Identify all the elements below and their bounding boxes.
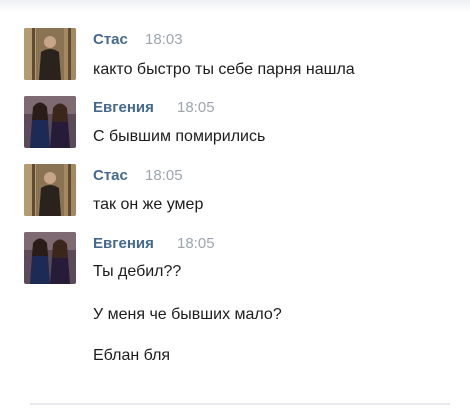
avatar[interactable] [24, 28, 76, 80]
message-time: 18:05 [145, 167, 183, 184]
top-edge [0, 0, 470, 12]
two-women-photo-icon [24, 232, 76, 284]
two-women-photo-icon [24, 96, 76, 148]
message-text: Ты дебил?? [93, 263, 182, 280]
message-text: так он же умер [93, 196, 204, 213]
sender-name[interactable]: Евгения [93, 99, 154, 116]
message-text: Еблан бля [93, 347, 171, 364]
message-text: както быстро ты себе парня нашла [93, 61, 355, 78]
sender-name[interactable]: Стас [93, 31, 128, 48]
message-time: 18:05 [177, 235, 215, 252]
avatar[interactable] [24, 164, 76, 216]
sender-name[interactable]: Евгения [93, 235, 154, 252]
message-time: 18:05 [177, 99, 215, 116]
message-text: С бывшим помирились [93, 128, 266, 145]
message-time: 18:03 [145, 31, 183, 48]
sender-name[interactable]: Стас [93, 167, 128, 184]
man-in-forest-photo-icon [24, 28, 76, 80]
message-text: У меня че бывших мало? [93, 306, 282, 323]
man-in-forest-photo-icon [24, 164, 76, 216]
avatar[interactable] [24, 96, 76, 148]
divider [30, 403, 450, 405]
avatar[interactable] [24, 232, 76, 284]
